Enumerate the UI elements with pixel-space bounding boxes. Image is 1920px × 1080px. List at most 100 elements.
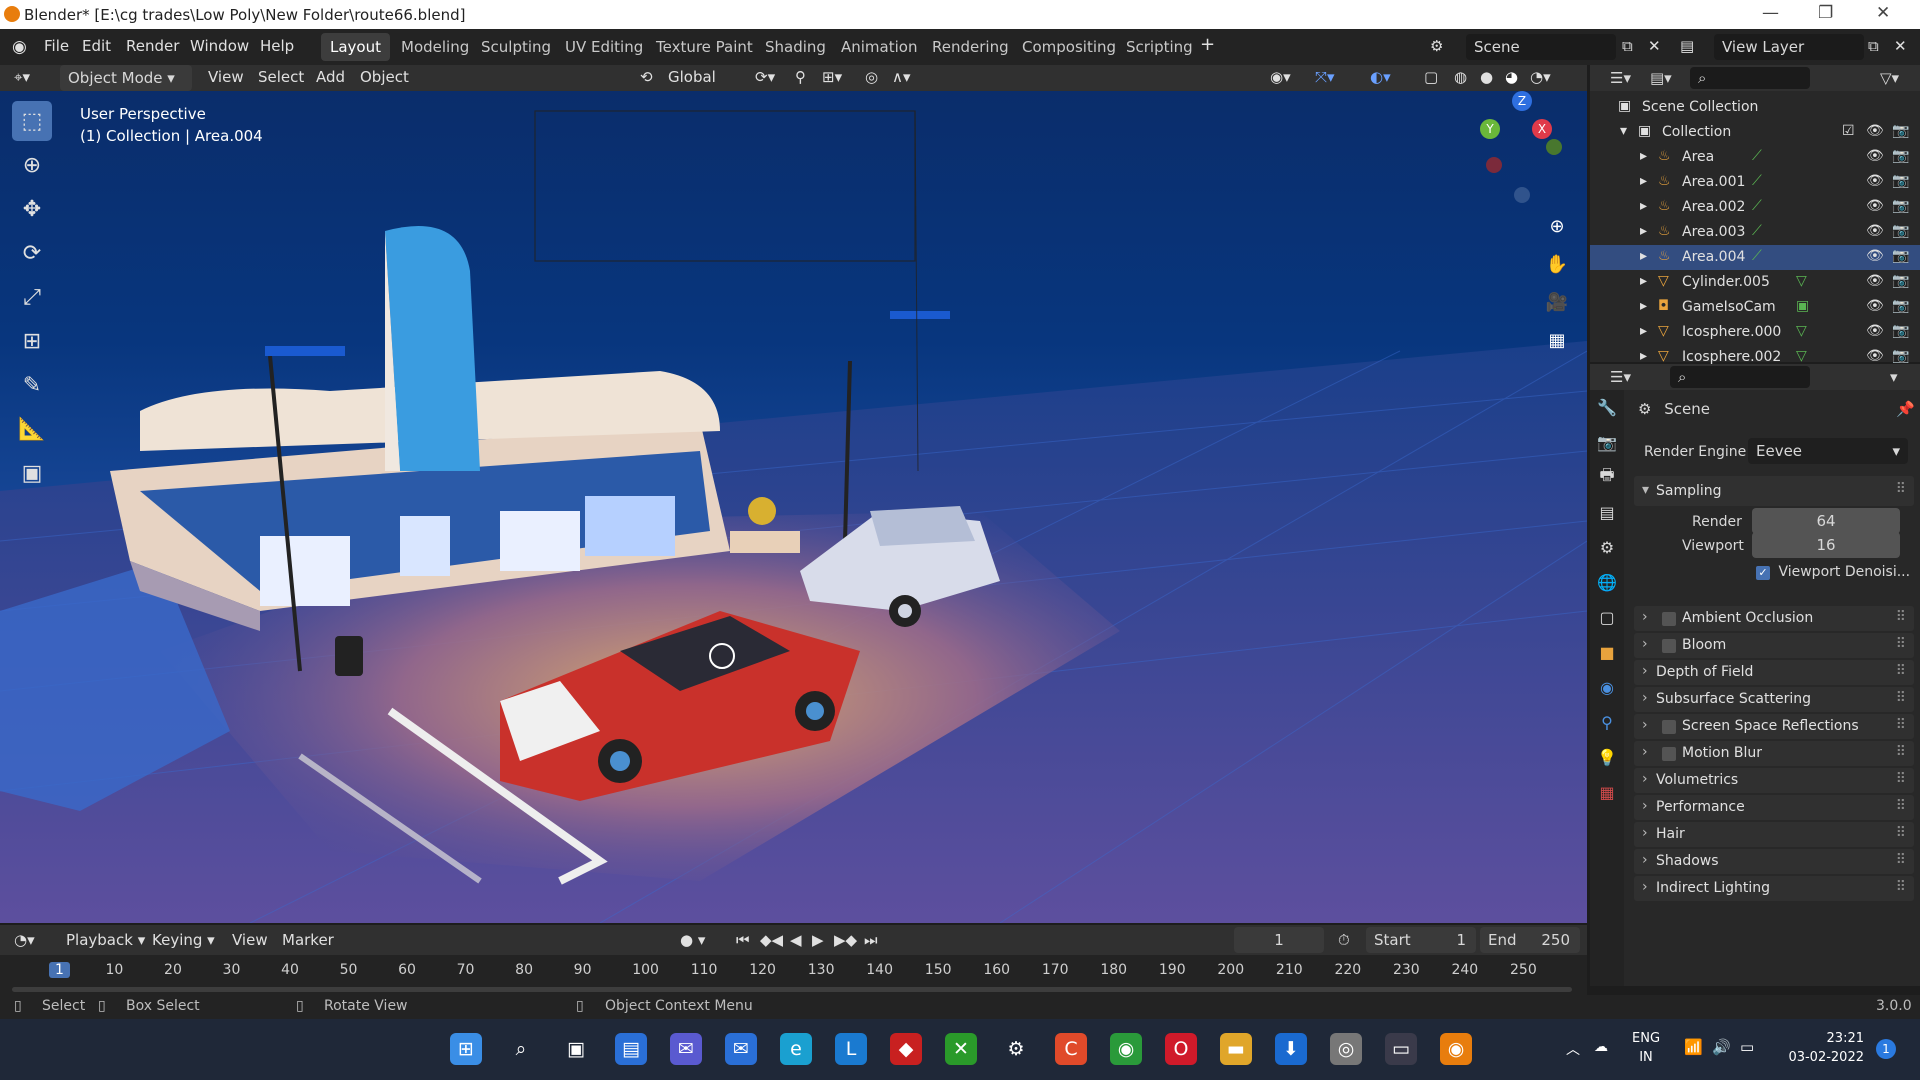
section-ambient-occlusion[interactable]: › Ambient Occlusion ⠿	[1634, 606, 1914, 631]
outliner-search-input[interactable]: ⌕	[1690, 67, 1810, 89]
object-tab-icon[interactable]: ■	[1590, 635, 1624, 670]
section-shadows[interactable]: › Shadows ⠿	[1634, 849, 1914, 874]
render-engine-dropdown[interactable]: Eevee ▾	[1748, 438, 1908, 464]
opera-icon[interactable]: O	[1165, 1033, 1197, 1065]
wifi-icon[interactable]: 📶	[1684, 1038, 1703, 1056]
search-icon[interactable]: ⌕	[505, 1033, 537, 1065]
pivot-icon[interactable]: ⟳▾	[755, 68, 775, 86]
autokey-icon[interactable]: ● ▾	[680, 931, 705, 949]
outliner-item[interactable]: ▸ ♨ Area.004 ⟋ 👁 📷	[1590, 245, 1920, 270]
antivirus-icon[interactable]: ◆	[890, 1033, 922, 1065]
drag-handle-icon[interactable]: ⠿	[1896, 771, 1906, 787]
expand-chevron-icon[interactable]: ▸	[1640, 173, 1647, 189]
section-screen-space-reflections[interactable]: › Screen Space Reflections ⠿	[1634, 714, 1914, 739]
outliner-item[interactable]: ▸ ▽ Icosphere.000 ▽ 👁 📷	[1590, 320, 1920, 345]
delete-view-layer-icon[interactable]: ✕	[1894, 37, 1907, 55]
drag-handle-icon[interactable]: ⠿	[1896, 852, 1906, 868]
camera-data-icon[interactable]: ▣	[1796, 298, 1809, 314]
snap-icon[interactable]: ⚲	[795, 68, 806, 86]
expand-chevron-icon[interactable]: ▸	[1640, 298, 1647, 314]
eye-icon[interactable]: 👁	[1866, 173, 1884, 189]
menu-edit[interactable]: Edit	[82, 37, 111, 55]
chrome-icon[interactable]: ◉	[1110, 1033, 1142, 1065]
outliner-scene-collection[interactable]: ▣ Scene Collection	[1590, 95, 1920, 120]
drag-handle-icon[interactable]: ⠿	[1896, 744, 1906, 760]
view-layer-field[interactable]: View Layer	[1714, 34, 1864, 60]
viewport-denoise-row[interactable]: ✓ Viewport Denoisi...	[1756, 564, 1910, 580]
solid-shading-icon[interactable]: ●	[1480, 68, 1493, 86]
notification-badge[interactable]: 1	[1876, 1039, 1896, 1059]
expand-chevron-icon[interactable]: ▸	[1640, 148, 1647, 164]
world-tab-icon[interactable]: 🌐	[1590, 565, 1624, 600]
collection-tab-icon[interactable]: ▢	[1590, 600, 1624, 635]
drag-handle-icon[interactable]: ⠿	[1896, 636, 1906, 652]
cursor-icon[interactable]: ⊕	[12, 145, 52, 185]
annotate-icon[interactable]: ✎	[12, 365, 52, 405]
expand-chevron-icon[interactable]: ▸	[1640, 348, 1647, 364]
mail-icon[interactable]: ✉	[725, 1033, 757, 1065]
texture-tab-icon[interactable]: ▦	[1590, 775, 1624, 810]
section-enable-checkbox[interactable]	[1662, 612, 1676, 626]
eye-icon[interactable]: 👁	[1866, 198, 1884, 214]
viewport-menu-select[interactable]: Select	[258, 68, 304, 86]
constraint-tab-icon[interactable]: ⚲	[1590, 705, 1624, 740]
eye-icon[interactable]: 👁	[1866, 223, 1884, 239]
gizmo-x-axis[interactable]: X	[1532, 119, 1552, 139]
light-data-icon[interactable]: ⟋	[1752, 248, 1762, 264]
properties-search-input[interactable]: ⌕	[1670, 366, 1810, 388]
render-tab-icon[interactable]: 📷	[1590, 425, 1624, 460]
current-frame-field[interactable]: 1	[1234, 927, 1324, 953]
expand-chevron-icon[interactable]: ▸	[1640, 323, 1647, 339]
light-data-icon[interactable]: ⟋	[1752, 148, 1762, 164]
task-view-icon[interactable]: ▣	[560, 1033, 592, 1065]
section-enable-checkbox[interactable]	[1662, 747, 1676, 761]
drag-handle-icon[interactable]: ⠿	[1896, 879, 1906, 895]
mesh-data-icon[interactable]: ▽	[1796, 273, 1807, 289]
app-monitor-icon[interactable]: ▭	[1385, 1033, 1417, 1065]
section-depth-of-field[interactable]: › Depth of Field ⠿	[1634, 660, 1914, 685]
play-icon[interactable]: ▶	[812, 931, 824, 949]
gizmo-neg-y[interactable]	[1546, 139, 1562, 155]
outliner-item[interactable]: ▸ ♨ Area.002 ⟋ 👁 📷	[1590, 195, 1920, 220]
gizmo-z-axis[interactable]: Z	[1512, 91, 1532, 111]
battery-icon[interactable]: ▭	[1740, 1038, 1754, 1056]
tab-uv-editing[interactable]: UV Editing	[556, 33, 652, 61]
menu-help[interactable]: Help	[260, 37, 294, 55]
new-scene-icon[interactable]: ⧉	[1622, 37, 1633, 55]
3d-viewport[interactable]: User Perspective (1) Collection | Area.0…	[0, 91, 1587, 923]
clock[interactable]: 23:21 03-02-2022	[1784, 1029, 1864, 1067]
eye-icon[interactable]: 👁	[1866, 348, 1884, 364]
tab-texture-paint[interactable]: Texture Paint	[647, 33, 762, 61]
scale-icon[interactable]: ⤢	[12, 277, 52, 317]
tray-chevron-icon[interactable]: ︿	[1566, 1039, 1580, 1059]
end-frame-field[interactable]: End 250	[1480, 927, 1580, 953]
properties-options-icon[interactable]: ▾	[1890, 368, 1898, 386]
section-bloom[interactable]: › Bloom ⠿	[1634, 633, 1914, 658]
tab-animation[interactable]: Animation	[832, 33, 926, 61]
start-icon[interactable]: ⊞	[450, 1033, 482, 1065]
outliner-item[interactable]: ▸ ♨ Area.001 ⟋ 👁 📷	[1590, 170, 1920, 195]
proportional-edit-icon[interactable]: ◎	[865, 68, 878, 86]
xbox-icon[interactable]: ✕	[945, 1033, 977, 1065]
collection-checkbox-icon[interactable]: ☑	[1842, 123, 1855, 139]
rendered-shading-icon[interactable]: ◔▾	[1530, 68, 1551, 86]
select-box-icon[interactable]: ⬚	[12, 101, 52, 141]
prev-keyframe-icon[interactable]: ◆◀	[760, 931, 783, 949]
section-sampling[interactable]: ▾ Sampling ⠿	[1634, 476, 1914, 506]
app-download-icon[interactable]: ⬇	[1275, 1033, 1307, 1065]
render-camera-icon[interactable]: 📷	[1892, 298, 1909, 314]
overlay-toggle-icon[interactable]: ◐▾	[1370, 68, 1391, 86]
outliner-item[interactable]: ▸ ▽ Cylinder.005 ▽ 👁 📷	[1590, 270, 1920, 295]
eye-icon[interactable]: 👁	[1866, 298, 1884, 314]
snap-target-icon[interactable]: ⊞▾	[822, 68, 842, 86]
outliner-editor-icon[interactable]: ☰▾	[1610, 69, 1631, 87]
tab-modeling[interactable]: Modeling	[392, 33, 478, 61]
expand-chevron-icon[interactable]: ▸	[1640, 223, 1647, 239]
ortho-grid-icon[interactable]: ▦	[1542, 325, 1572, 355]
jump-start-icon[interactable]: ⏮	[736, 931, 750, 949]
add-workspace-icon[interactable]: +	[1200, 34, 1215, 55]
eye-icon[interactable]: 👁	[1866, 148, 1884, 164]
light-data-icon[interactable]: ⟋	[1752, 223, 1762, 239]
drag-handle-icon[interactable]: ⠿	[1896, 717, 1906, 733]
close-icon[interactable]: ✕	[1876, 3, 1890, 23]
